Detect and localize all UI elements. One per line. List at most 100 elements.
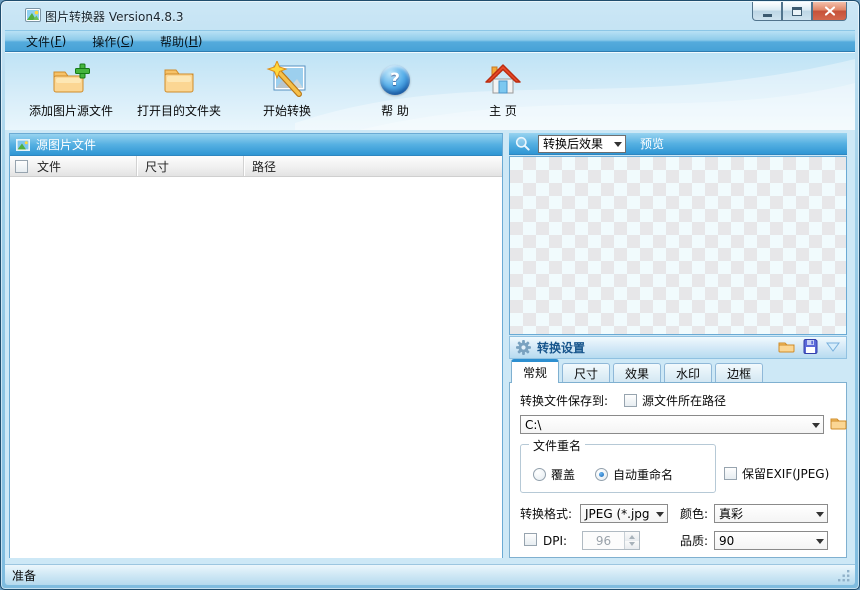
image-icon — [16, 139, 30, 151]
spinner-down-button[interactable] — [625, 541, 639, 550]
column-header-file[interactable]: 文件 — [10, 156, 137, 176]
browse-folder-button[interactable] — [830, 415, 847, 433]
format-label: 转换格式: — [520, 507, 572, 521]
auto-rename-radio[interactable] — [595, 468, 608, 481]
load-settings-button[interactable] — [778, 339, 795, 356]
status-bar: 准备 — [5, 564, 855, 585]
chevron-down-icon — [812, 423, 820, 432]
save-path-select[interactable]: C:\ — [520, 415, 824, 434]
menu-label: ) — [198, 34, 203, 48]
select-all-checkbox[interactable] — [15, 160, 28, 173]
menu-label: 文件( — [26, 33, 55, 50]
menu-label: ) — [62, 34, 67, 48]
title-bar[interactable]: 图片转换器 Version4.8.3 — [1, 1, 859, 30]
settings-tabs: 常规 尺寸 效果 水印 边框 — [511, 362, 763, 383]
preview-label: 预览 — [640, 135, 664, 152]
triangle-down-icon — [629, 542, 635, 549]
menu-item-file[interactable]: 文件(F) — [13, 31, 79, 51]
tab-size[interactable]: 尺寸 — [562, 363, 610, 383]
file-table-body[interactable] — [10, 177, 502, 558]
save-path-value: C:\ — [525, 418, 541, 432]
column-header-size[interactable]: 尺寸 — [137, 156, 244, 176]
gear-icon — [516, 340, 531, 355]
collapse-settings-button[interactable] — [826, 341, 840, 355]
save-settings-button[interactable] — [803, 339, 818, 357]
toolbar-button-label: 主 页 — [489, 102, 517, 119]
keep-exif-checkbox[interactable] — [724, 467, 737, 480]
chevron-down-icon — [816, 539, 824, 548]
column-header-path[interactable]: 路径 — [244, 156, 502, 176]
source-files-panel: 源图片文件 文件 尺寸 路径 — [9, 133, 503, 558]
close-button[interactable] — [812, 2, 847, 21]
rename-groupbox: 文件重名 覆盖 自动重命名 — [520, 444, 716, 493]
tab-label: 常规 — [523, 364, 547, 381]
dpi-checkbox[interactable] — [524, 533, 537, 546]
app-icon — [25, 8, 41, 22]
content-area: 源图片文件 文件 尺寸 路径 转换后效果 — [5, 130, 855, 564]
menu-label: 操作( — [92, 33, 121, 50]
folder-icon — [830, 415, 847, 430]
color-select[interactable]: 真彩 — [714, 504, 828, 523]
toolbar-button-home[interactable]: 主 页 — [449, 59, 557, 125]
source-files-header: 源图片文件 — [10, 134, 502, 156]
general-tab-panel: 转换文件保存到: 源文件所在路径 C:\ 文件重名 覆盖 — [509, 382, 847, 558]
color-value: 真彩 — [719, 505, 743, 522]
toolbar-buttons: 添加图片源文件 打开目的文件夹 — [17, 59, 557, 125]
overwrite-label: 覆盖 — [551, 468, 575, 482]
minimize-button[interactable] — [752, 2, 782, 21]
tab-label: 效果 — [625, 365, 649, 382]
toolbar-button-add-files[interactable]: 添加图片源文件 — [17, 59, 125, 125]
tab-border[interactable]: 边框 — [715, 363, 763, 383]
menu-label: 帮助( — [160, 33, 189, 50]
spinner-up-button[interactable] — [625, 532, 639, 541]
dpi-label: DPI: — [543, 534, 567, 548]
home-icon — [484, 59, 522, 101]
settings-header-actions — [778, 339, 840, 357]
convert-wand-icon — [265, 59, 309, 101]
dpi-value: 96 — [583, 532, 624, 549]
triangle-down-icon — [826, 342, 840, 352]
settings-header: 转换设置 — [509, 336, 847, 359]
format-select[interactable]: JPEG (*.jpg — [580, 504, 668, 523]
format-value: JPEG (*.jpg — [585, 507, 650, 521]
quality-label: 品质: — [680, 534, 708, 548]
maximize-button[interactable] — [782, 2, 812, 21]
toolbar-button-start-convert[interactable]: 开始转换 — [233, 59, 341, 125]
tab-watermark[interactable]: 水印 — [664, 363, 712, 383]
quality-select[interactable]: 90 — [714, 531, 828, 550]
quality-value: 90 — [719, 534, 734, 548]
app-window: 图片转换器 Version4.8.3 文件(F) 操作(C) 帮助(H) — [0, 0, 860, 590]
menu-bar: 文件(F) 操作(C) 帮助(H) — [5, 30, 855, 52]
source-path-checkbox[interactable] — [624, 394, 637, 407]
chevron-down-icon — [656, 512, 664, 521]
effect-select[interactable]: 转换后效果 — [538, 135, 626, 153]
close-icon — [824, 6, 836, 16]
rename-legend: 文件重名 — [529, 437, 585, 454]
toolbar-button-label: 打开目的文件夹 — [137, 102, 221, 119]
tab-general[interactable]: 常规 — [511, 359, 559, 383]
toolbar-button-open-dest-folder[interactable]: 打开目的文件夹 — [125, 59, 233, 125]
tab-effect[interactable]: 效果 — [613, 363, 661, 383]
window-controls — [752, 2, 847, 21]
help-icon: ? — [380, 59, 410, 101]
minimize-icon — [763, 14, 772, 17]
preview-header: 转换后效果 预览 — [509, 133, 847, 155]
settings-title: 转换设置 — [537, 339, 585, 356]
source-path-label: 源文件所在路径 — [642, 394, 726, 408]
question-glyph: ? — [390, 70, 400, 90]
menu-label: ) — [129, 34, 134, 48]
tab-label: 尺寸 — [574, 365, 598, 382]
tab-label: 水印 — [676, 365, 700, 382]
menu-item-help[interactable]: 帮助(H) — [147, 31, 215, 51]
toolbar-button-help[interactable]: ? 帮 助 — [341, 59, 449, 125]
menu-item-operation[interactable]: 操作(C) — [79, 31, 147, 51]
overwrite-radio[interactable] — [533, 468, 546, 481]
resize-grip[interactable] — [838, 569, 851, 582]
save-to-label: 转换文件保存到: — [520, 394, 608, 408]
triangle-up-icon — [629, 532, 635, 539]
dpi-spinner-buttons — [624, 532, 639, 549]
menu-access-key: F — [55, 34, 62, 48]
chevron-down-icon — [816, 512, 824, 521]
toolbar-button-label: 帮 助 — [381, 102, 409, 119]
dpi-spinner[interactable]: 96 — [582, 531, 640, 550]
